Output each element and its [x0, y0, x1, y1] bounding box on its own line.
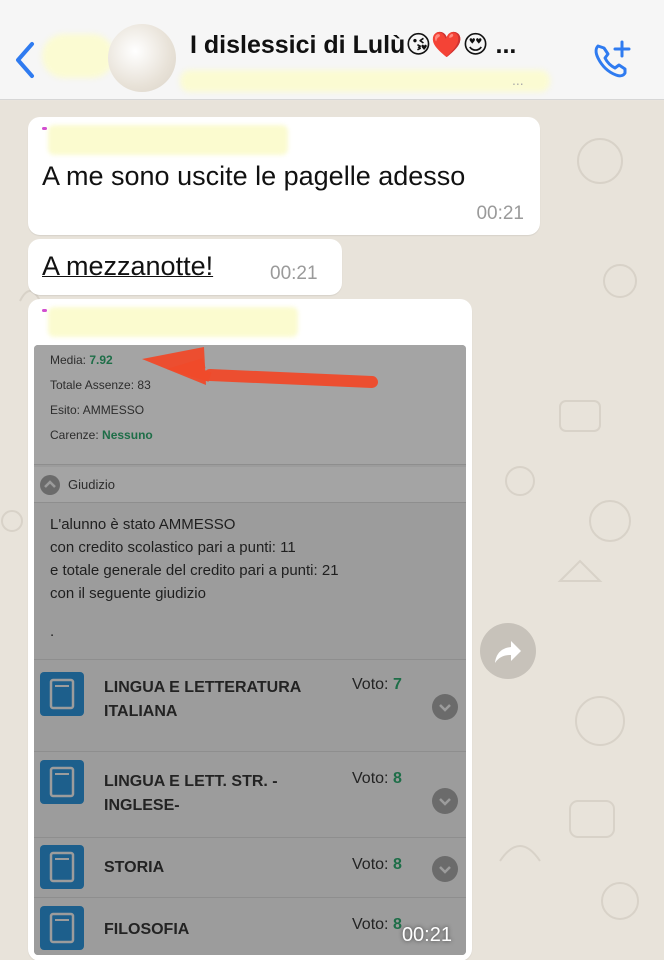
book-icon — [40, 760, 84, 804]
chevron-down-icon[interactable] — [432, 694, 458, 720]
subject-name: STORIA — [104, 859, 165, 876]
forward-arrow-icon — [495, 641, 521, 663]
subject-voto: Voto: 7 — [352, 676, 402, 693]
forward-button[interactable] — [480, 623, 536, 679]
redacted-name — [42, 34, 114, 78]
book-icon — [40, 845, 84, 889]
giudizio-label: Giudizio — [68, 477, 115, 492]
back-button[interactable] — [10, 38, 42, 82]
message-time: 00:21 — [270, 263, 318, 284]
chevron-left-icon — [16, 42, 34, 78]
subject-row[interactable]: STORIA Voto: 8 — [34, 837, 466, 897]
subject-name: LINGUA E LETTERATURA ITALIANA — [104, 679, 302, 720]
subject-voto: Voto: 8 — [352, 916, 402, 933]
group-title[interactable]: I dislessici di Lulù😘❤️😍 ... — [190, 30, 516, 60]
message-bubble[interactable]: A mezzanotte! 00:21 — [28, 239, 342, 295]
image-message-bubble[interactable]: Media: 7.92 Totale Assenze: 83 Esito: AM… — [28, 299, 472, 960]
redacted-participants — [180, 70, 550, 92]
sender-color-mark — [42, 309, 47, 312]
redacted-sender — [48, 307, 298, 337]
giudizio-header[interactable]: Giudizio — [34, 467, 466, 503]
report-card-image[interactable]: Media: 7.92 Totale Assenze: 83 Esito: AM… — [34, 345, 466, 955]
red-arrow-annotation — [142, 347, 378, 388]
report-summary: Media: 7.92 Totale Assenze: 83 Esito: AM… — [34, 345, 466, 465]
subject-row[interactable]: LINGUA E LETT. STR. - INGLESE- Voto: 8 — [34, 751, 466, 837]
redacted-sender — [48, 125, 288, 155]
chat-header: I dislessici di Lulù😘❤️😍 ... ... — [0, 0, 664, 100]
message-text: A mezzanotte! — [42, 251, 214, 281]
message-text: A me sono uscite le pagelle adesso — [42, 161, 466, 191]
subject-name: FILOSOFIA — [104, 921, 190, 938]
chevron-down-icon[interactable] — [432, 788, 458, 814]
message-time: 00:21 — [476, 203, 524, 224]
add-call-button[interactable] — [590, 38, 634, 82]
chevron-up-icon — [40, 475, 60, 495]
subtitle-ellipsis: ... — [512, 72, 524, 88]
message-bubble[interactable]: A me sono uscite le pagelle adesso 00:21 — [28, 117, 540, 235]
chat-area[interactable]: A me sono uscite le pagelle adesso 00:21… — [0, 101, 664, 960]
chevron-down-icon[interactable] — [432, 856, 458, 882]
sender-color-mark — [42, 127, 47, 130]
subject-name: LINGUA E LETT. STR. - INGLESE- — [104, 773, 278, 814]
subject-row[interactable]: LINGUA E LETTERATURA ITALIANA Voto: 7 — [34, 659, 466, 751]
add-call-icon — [594, 40, 631, 78]
subject-voto: Voto: 8 — [352, 770, 402, 787]
giudizio-dot: . — [50, 623, 55, 640]
group-avatar[interactable] — [108, 24, 176, 92]
book-icon — [40, 906, 84, 950]
subject-voto: Voto: 8 — [352, 856, 402, 873]
book-icon — [40, 672, 84, 716]
giudizio-text: L'alunno è stato AMMESSO con credito sco… — [50, 516, 339, 602]
image-time: 00:21 — [401, 924, 452, 946]
